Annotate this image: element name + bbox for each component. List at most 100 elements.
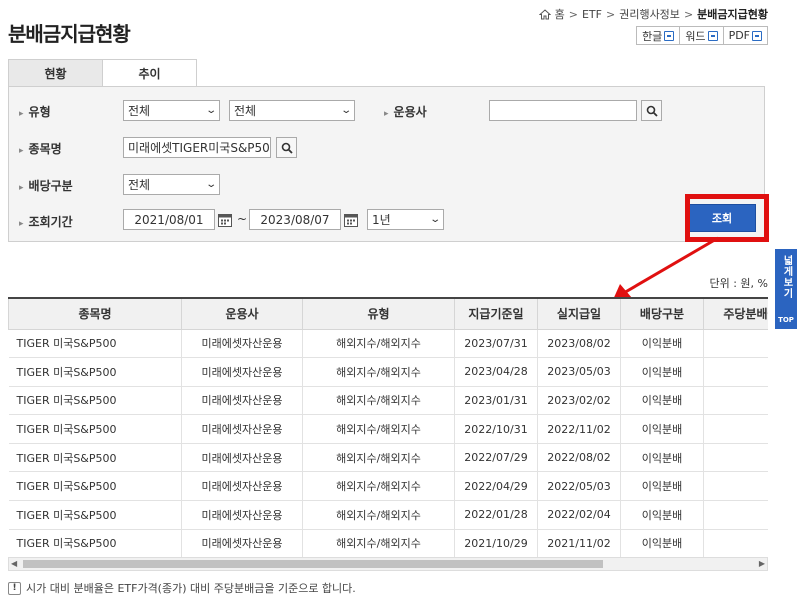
- cell-dividend-type: 이익분배: [620, 414, 704, 444]
- hwp-file-icon: [664, 30, 675, 41]
- header-distribution-per-share[interactable]: 주당분배금: [703, 299, 768, 330]
- period-select-value: 1년: [372, 213, 391, 227]
- cell-type: 해외지수/해외지수: [302, 414, 455, 444]
- type-select-primary-value: 전체: [128, 104, 151, 118]
- wide-view-label: 넓게보기: [781, 255, 792, 299]
- scrollbar-thumb[interactable]: [23, 560, 603, 568]
- cell-name: TIGER 미국S&P500: [8, 443, 182, 473]
- table-row: TIGER 미국S&P500 미래에셋자산운용 해외지수/해외지수 2023/01/3…: [8, 386, 768, 416]
- cell-type: 해외지수/해외지수: [302, 500, 455, 530]
- export-word-button[interactable]: 워드: [679, 26, 724, 45]
- wide-view-button[interactable]: 넓게보기 TOP: [775, 249, 797, 329]
- cell-distribution-per-share: [703, 529, 768, 557]
- cell-manager: 미래에셋자산운용: [181, 529, 303, 557]
- unit-label: 단위 : 원, %: [709, 277, 768, 290]
- word-file-icon: [707, 30, 718, 41]
- cell-distribution-per-share: [703, 386, 768, 416]
- calendar-icon[interactable]: [217, 212, 233, 228]
- manager-label: 운용사: [384, 103, 427, 120]
- header-payment-date[interactable]: 실지급일: [537, 299, 621, 330]
- table-row: TIGER 미국S&P500 미래에셋자산운용 해외지수/해외지수 2022/10/3…: [8, 414, 768, 444]
- cell-distribution-per-share: [703, 329, 768, 359]
- table-row: TIGER 미국S&P500 미래에셋자산운용 해외지수/해외지수 2023/07/3…: [8, 329, 768, 359]
- type-select-secondary-value: 전체: [234, 104, 257, 118]
- breadcrumb-separator: >: [605, 7, 616, 21]
- table-row: TIGER 미국S&P500 미래에셋자산운용 해외지수/해외지수 2022/07/2…: [8, 443, 768, 473]
- export-hangul-label: 한글: [642, 29, 663, 43]
- dividend-type-select[interactable]: 전체 ⌄: [123, 174, 220, 195]
- calendar-icon[interactable]: [343, 212, 359, 228]
- name-input[interactable]: 미래에셋TIGER미국S&P500: [123, 137, 271, 158]
- chevron-down-icon: ⌄: [204, 179, 217, 190]
- breadcrumb-item-etf[interactable]: ETF: [582, 8, 602, 21]
- manager-search-button[interactable]: [641, 100, 662, 121]
- cell-payment-date: 2022/08/02: [537, 443, 621, 473]
- breadcrumb: 홈 > ETF > 권리행사정보 > 분배금지급현황: [538, 6, 768, 22]
- manager-input[interactable]: [489, 100, 637, 121]
- cell-distribution-per-share: [703, 471, 768, 502]
- header-manager[interactable]: 운용사: [181, 299, 303, 330]
- type-select-primary[interactable]: 전체 ⌄: [123, 100, 220, 121]
- type-label: 유형: [19, 103, 51, 120]
- cell-name: TIGER 미국S&P500: [8, 414, 182, 444]
- cell-record-date: 2021/10/29: [454, 529, 538, 557]
- cell-name: TIGER 미국S&P500: [8, 529, 182, 557]
- breadcrumb-separator: >: [683, 7, 694, 21]
- cell-record-date: 2023/01/31: [454, 386, 538, 416]
- cell-name: TIGER 미국S&P500: [8, 329, 182, 359]
- date-range-separator: ~: [237, 212, 248, 226]
- chevron-down-icon: ⌄: [428, 214, 441, 225]
- export-hangul-button[interactable]: 한글: [636, 26, 681, 45]
- name-search-button[interactable]: [276, 137, 297, 158]
- cell-payment-date: 2023/08/02: [537, 329, 621, 359]
- tab-trend[interactable]: 추이: [102, 59, 197, 87]
- cell-type: 해외지수/해외지수: [302, 329, 455, 359]
- table-header-row: 종목명 운용사 유형 지급기준일 실지급일 배당구분 주당분배금: [8, 299, 768, 330]
- header-record-date[interactable]: 지급기준일: [454, 299, 538, 330]
- pdf-file-icon: [752, 30, 762, 41]
- cell-manager: 미래에셋자산운용: [181, 471, 303, 502]
- cell-record-date: 2022/07/29: [454, 443, 538, 473]
- table-row: TIGER 미국S&P500 미래에셋자산운용 해외지수/해외지수 2023/04/2…: [8, 357, 768, 387]
- cell-dividend-type: 이익분배: [620, 471, 704, 502]
- search-icon: [646, 105, 658, 117]
- type-select-secondary[interactable]: 전체 ⌄: [229, 100, 355, 121]
- cell-name: TIGER 미국S&P500: [8, 386, 182, 416]
- cell-dividend-type: 이익분배: [620, 443, 704, 473]
- horizontal-scrollbar[interactable]: ◀ ▶: [8, 557, 768, 571]
- breadcrumb-home[interactable]: 홈: [555, 6, 565, 22]
- cell-type: 해외지수/해외지수: [302, 471, 455, 502]
- cell-manager: 미래에셋자산운용: [181, 500, 303, 530]
- cell-manager: 미래에셋자산운용: [181, 414, 303, 444]
- cell-record-date: 2022/04/29: [454, 471, 538, 502]
- cell-record-date: 2022/01/28: [454, 500, 538, 530]
- footnote: ! 시가 대비 분배율은 ETF가격(종가) 대비 주당분배금을 기준으로 합니…: [8, 580, 356, 595]
- cell-type: 해외지수/해외지수: [302, 443, 455, 473]
- scroll-left-icon[interactable]: ◀: [11, 558, 17, 570]
- period-select[interactable]: 1년 ⌄: [367, 209, 444, 230]
- table-row: TIGER 미국S&P500 미래에셋자산운용 해외지수/해외지수 2022/01/2…: [8, 500, 768, 530]
- start-date-input[interactable]: 2021/08/01: [123, 209, 215, 230]
- export-word-label: 워드: [685, 29, 706, 43]
- table-row: TIGER 미국S&P500 미래에셋자산운용 해외지수/해외지수 2022/04/2…: [8, 471, 768, 502]
- header-type[interactable]: 유형: [302, 299, 455, 330]
- table-row: TIGER 미국S&P500 미래에셋자산운용 해외지수/해외지수 2021/10/2…: [8, 529, 768, 557]
- export-pdf-button[interactable]: PDF: [722, 26, 768, 45]
- scroll-right-icon[interactable]: ▶: [759, 558, 765, 570]
- cell-payment-date: 2022/11/02: [537, 414, 621, 444]
- cell-distribution-per-share: [703, 443, 768, 473]
- cell-distribution-per-share: [703, 414, 768, 444]
- header-name[interactable]: 종목명: [8, 299, 182, 330]
- cell-dividend-type: 이익분배: [620, 500, 704, 530]
- top-button-label: TOP: [778, 316, 794, 324]
- cell-record-date: 2022/10/31: [454, 414, 538, 444]
- search-icon: [281, 142, 293, 154]
- cell-payment-date: 2022/02/04: [537, 500, 621, 530]
- tab-status[interactable]: 현황: [8, 59, 103, 87]
- home-icon[interactable]: [538, 8, 551, 20]
- header-dividend-type[interactable]: 배당구분: [620, 299, 704, 330]
- end-date-input[interactable]: 2023/08/07: [249, 209, 341, 230]
- cell-name: TIGER 미국S&P500: [8, 471, 182, 502]
- breadcrumb-item-rights[interactable]: 권리행사정보: [619, 6, 680, 22]
- page-title: 분배금지급현황: [8, 22, 131, 46]
